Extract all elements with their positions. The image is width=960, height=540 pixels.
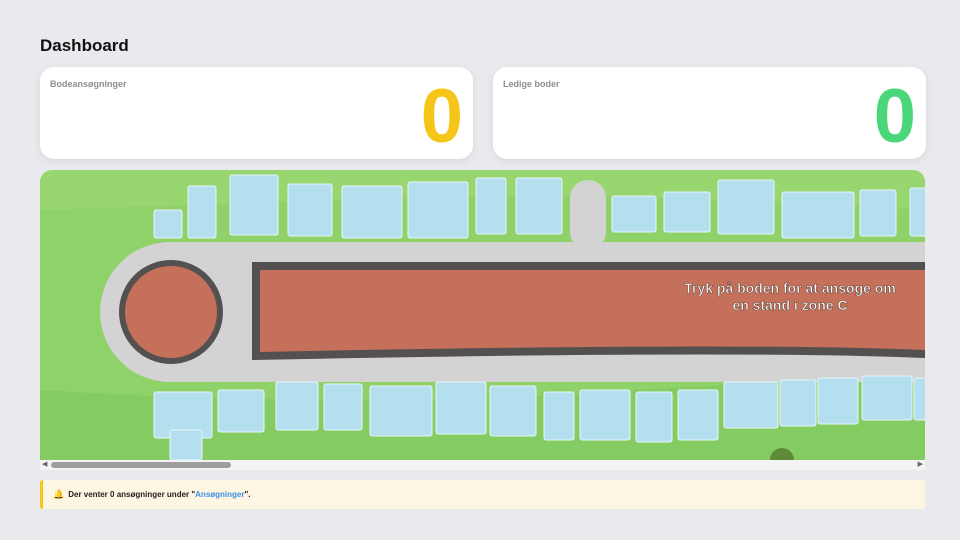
zone-map-svg[interactable]: Tryk på boden for at ansøge om en stand … xyxy=(40,170,925,460)
booth[interactable] xyxy=(407,181,469,239)
scroll-thumb[interactable] xyxy=(51,462,231,468)
booth[interactable] xyxy=(275,381,319,431)
booth[interactable] xyxy=(635,391,673,443)
booth[interactable] xyxy=(913,377,925,421)
available-booths-card: Ledige boder 0 xyxy=(493,67,926,159)
page-title: Dashboard xyxy=(40,36,129,55)
booth[interactable] xyxy=(475,177,507,235)
booth[interactable] xyxy=(187,185,217,239)
booth[interactable] xyxy=(515,177,563,235)
notice-text-after: ". xyxy=(244,490,251,499)
booth[interactable] xyxy=(817,377,859,425)
booth[interactable] xyxy=(859,189,897,237)
booth[interactable] xyxy=(435,381,487,435)
map-horizontal-scrollbar[interactable]: ◀ ▶ xyxy=(40,460,925,470)
booth[interactable] xyxy=(169,429,203,460)
booth[interactable] xyxy=(677,389,719,441)
booth[interactable] xyxy=(287,183,333,237)
booth[interactable] xyxy=(717,179,775,235)
applications-link[interactable]: Ansøgninger xyxy=(195,490,244,499)
pending-applications-notice: 🔔 Der venter 0 ansøgninger under " Ansøgn… xyxy=(40,480,925,509)
roundabout-center[interactable] xyxy=(125,266,217,358)
booth[interactable] xyxy=(323,383,363,431)
notice-text-before: Der venter 0 ansøgninger under " xyxy=(68,490,196,499)
scroll-left-icon[interactable]: ◀ xyxy=(42,461,47,469)
booth[interactable] xyxy=(369,385,433,437)
booth-applications-card: Bodeansøgninger 0 xyxy=(40,67,473,159)
booth[interactable] xyxy=(723,381,779,429)
map-instruction-line1: Tryk på boden for at ansøge om xyxy=(684,280,896,296)
map-instruction-line2: en stand i zone C xyxy=(732,297,847,313)
booth[interactable] xyxy=(909,187,925,237)
booth-applications-label: Bodeansøgninger xyxy=(50,79,127,89)
booth-map[interactable]: Tryk på boden for at ansøge om en stand … xyxy=(40,170,925,470)
booth[interactable] xyxy=(341,185,403,239)
booth[interactable] xyxy=(861,375,913,421)
road-spur xyxy=(570,180,606,250)
booth[interactable] xyxy=(153,209,183,239)
booth[interactable] xyxy=(779,379,817,427)
booth[interactable] xyxy=(611,195,657,233)
booth[interactable] xyxy=(579,389,631,441)
available-booths-label: Ledige boder xyxy=(503,79,560,89)
booth[interactable] xyxy=(217,389,265,433)
bell-icon: 🔔 xyxy=(53,489,65,499)
scroll-right-icon[interactable]: ▶ xyxy=(918,461,923,469)
booth[interactable] xyxy=(229,174,279,236)
booth[interactable] xyxy=(489,385,537,437)
booth[interactable] xyxy=(663,191,711,233)
available-booths-count: 0 xyxy=(873,74,916,159)
booth[interactable] xyxy=(543,391,575,441)
booth[interactable] xyxy=(781,191,855,239)
booth-applications-count: 0 xyxy=(420,74,463,159)
